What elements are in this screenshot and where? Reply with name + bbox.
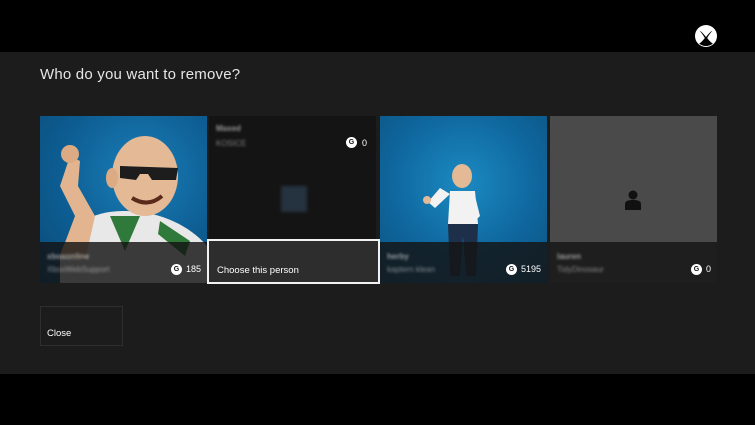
gamerscore: G 0 — [690, 263, 711, 275]
gamer-subtitle: KOSICE — [216, 139, 247, 148]
profile-info-bar: herby kaptern klean G 5195 — [380, 242, 547, 283]
gamerscore-value: 185 — [185, 264, 201, 274]
gamer-subtitle: XboxWebSupport — [47, 265, 110, 274]
gamertag: lauren — [557, 252, 582, 261]
profile-tile-herby[interactable]: herby kaptern klean G 5195 — [380, 116, 547, 283]
gamertag: xboxonline — [47, 252, 90, 261]
choose-this-person-button[interactable]: Choose this person — [207, 239, 380, 284]
avatar-image — [281, 186, 307, 212]
profile-tile-lauren[interactable]: lauren TidyDinosaur G 0 — [550, 116, 717, 283]
top-bar — [0, 0, 755, 52]
gamerscore-value: 0 — [705, 264, 711, 274]
profile-info-bar: lauren TidyDinosaur G 0 — [550, 242, 717, 283]
person-silhouette-icon — [625, 190, 641, 210]
close-button[interactable]: Close — [40, 306, 123, 346]
bottom-bar — [0, 374, 755, 425]
gamertag: Maxed — [216, 124, 241, 133]
profile-info-bar: xboxonline XboxWebSupport G 185 — [40, 242, 207, 283]
gamerscore: G 185 — [170, 263, 201, 275]
gamer-subtitle: TidyDinosaur — [557, 265, 604, 274]
xbox-logo-icon — [695, 25, 717, 47]
gamertag: herby — [387, 252, 409, 261]
gamerscore-value: 5195 — [520, 264, 541, 274]
gamerscore-icon: G — [170, 263, 182, 275]
gamerscore-icon: G — [345, 137, 357, 148]
gamerscore: G 0 — [345, 137, 367, 148]
gamerscore: G 5195 — [505, 263, 541, 275]
gamerscore-icon: G — [690, 263, 702, 275]
gamerscore-value: 0 — [361, 137, 367, 148]
choose-this-person-label: Choose this person — [217, 265, 299, 276]
dialog-title: Who do you want to remove? — [40, 66, 241, 83]
profile-tile-xboxonline[interactable]: xboxonline XboxWebSupport G 185 — [40, 116, 207, 283]
gamer-subtitle: kaptern klean — [387, 265, 436, 274]
gamerscore-icon: G — [505, 263, 517, 275]
close-label: Close — [47, 328, 72, 339]
